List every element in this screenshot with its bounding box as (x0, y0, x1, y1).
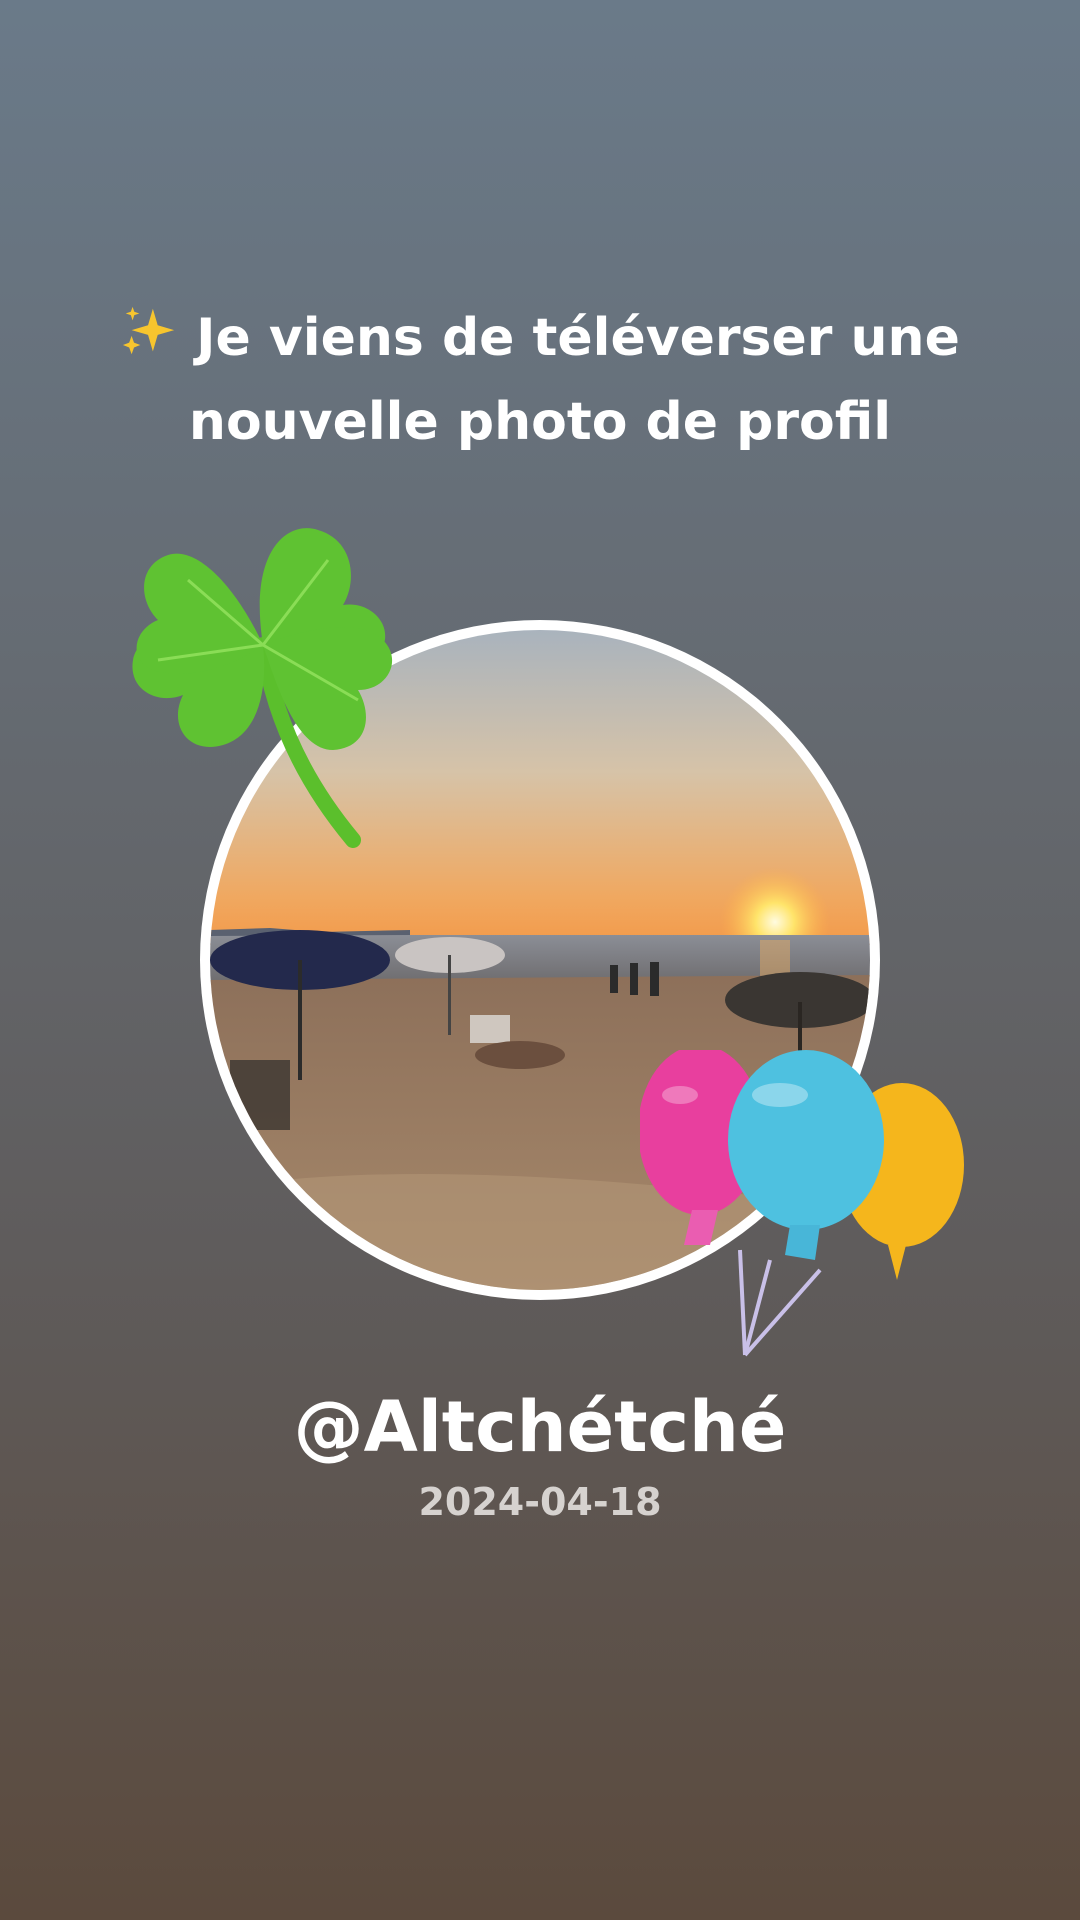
four-leaf-clover-icon (132, 528, 393, 848)
upload-date: 2024-04-18 (418, 1480, 662, 1524)
headline: Je viens de téléverser une nouvelle phot… (90, 296, 990, 464)
headline-text: Je viens de téléverser une nouvelle phot… (188, 308, 960, 452)
sparkles-icon (123, 306, 175, 355)
username: @Altchétché (293, 1386, 787, 1468)
balloons-icon (640, 1050, 964, 1357)
